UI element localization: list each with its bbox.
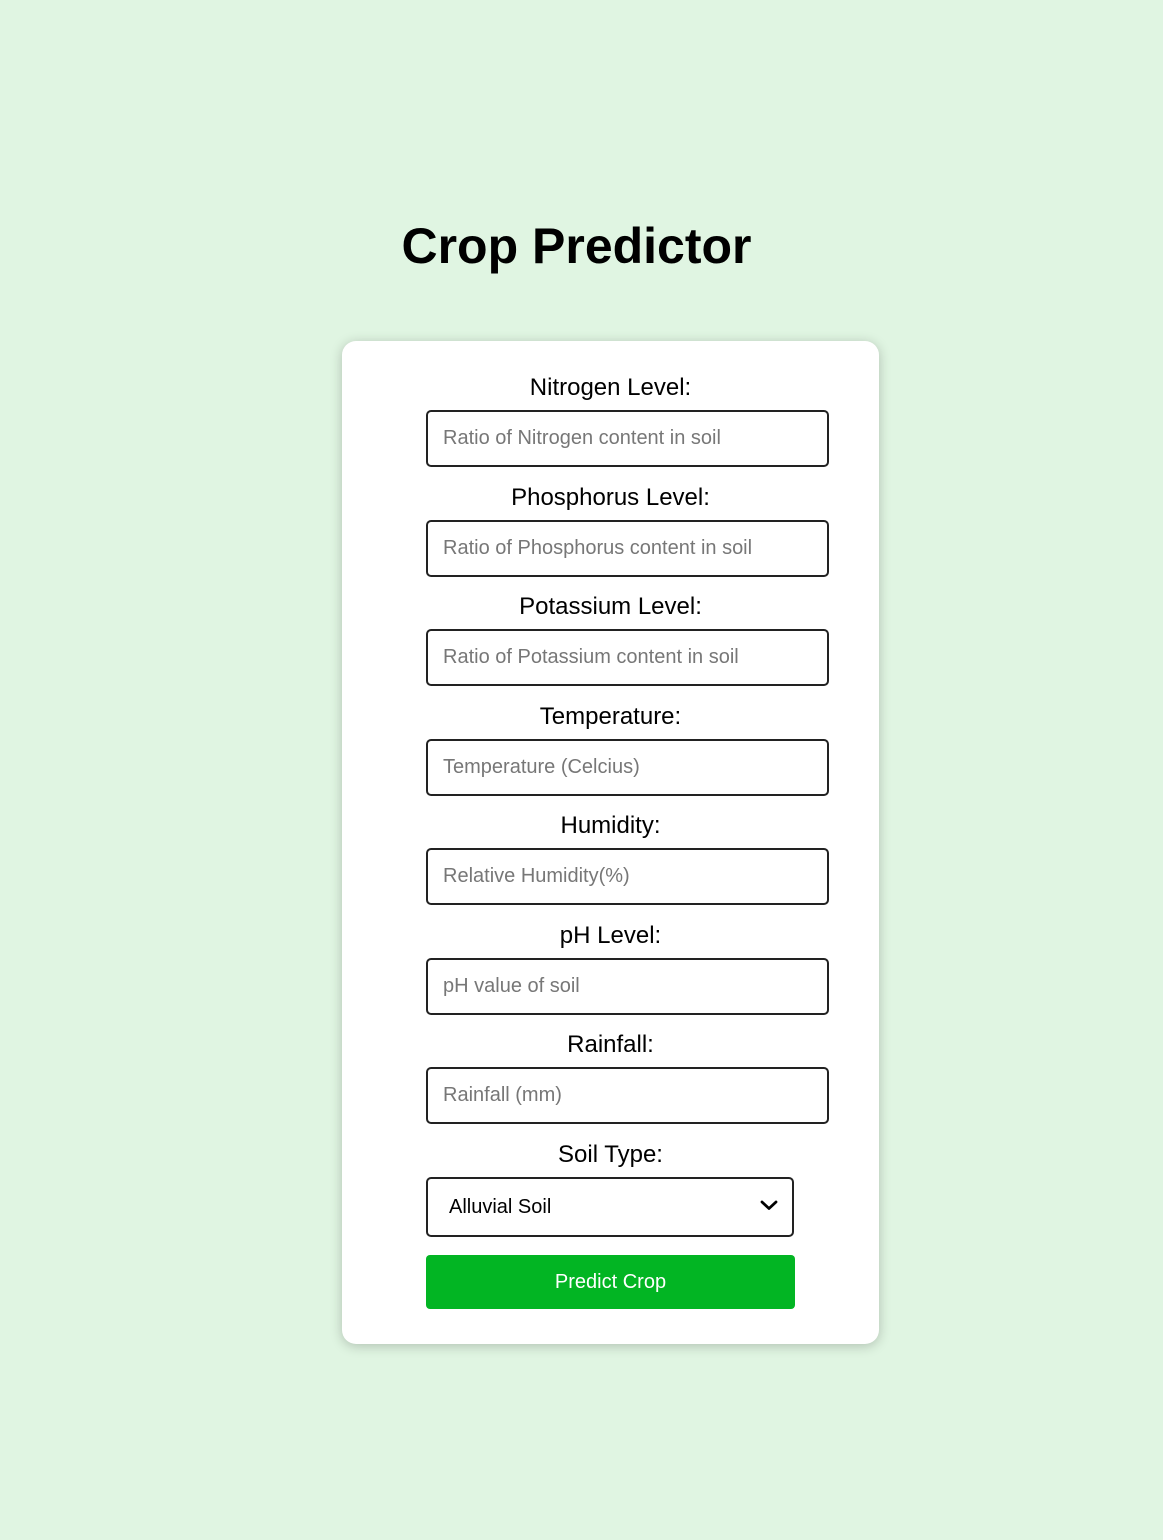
temperature-field: Temperature: xyxy=(342,703,879,796)
nitrogen-label: Nitrogen Level: xyxy=(529,374,692,401)
potassium-input[interactable] xyxy=(426,629,829,686)
rainfall-field: Rainfall: xyxy=(342,1031,879,1124)
potassium-label: Potassium Level: xyxy=(519,593,702,620)
temperature-input[interactable] xyxy=(426,739,829,796)
rainfall-label: Rainfall: xyxy=(567,1031,654,1058)
soil-type-select[interactable]: Alluvial Soil xyxy=(426,1177,794,1237)
temperature-label: Temperature: xyxy=(539,703,682,730)
ph-input[interactable] xyxy=(426,958,829,1015)
soil-type-selected: Alluvial Soil xyxy=(449,1196,552,1218)
crop-form-card: Nitrogen Level: Phosphorus Level: Potass… xyxy=(342,341,879,1344)
phosphorus-field: Phosphorus Level: xyxy=(342,484,879,577)
ph-label: pH Level: xyxy=(559,922,662,949)
phosphorus-input[interactable] xyxy=(426,520,829,577)
soil-type-label: Soil Type: xyxy=(558,1141,663,1168)
phosphorus-label: Phosphorus Level: xyxy=(511,484,710,511)
humidity-field: Humidity: xyxy=(342,812,879,905)
soil-type-field: Soil Type: Alluvial Soil xyxy=(342,1141,879,1237)
nitrogen-input[interactable] xyxy=(426,410,829,467)
nitrogen-field: Nitrogen Level: xyxy=(342,374,879,467)
ph-field: pH Level: xyxy=(342,922,879,1015)
humidity-label: Humidity: xyxy=(560,812,661,839)
chevron-down-icon xyxy=(760,1200,778,1210)
potassium-field: Potassium Level: xyxy=(342,593,879,686)
page-title: Crop Predictor xyxy=(401,218,752,274)
humidity-input[interactable] xyxy=(426,848,829,905)
rainfall-input[interactable] xyxy=(426,1067,829,1124)
predict-crop-button[interactable]: Predict Crop xyxy=(426,1255,795,1309)
